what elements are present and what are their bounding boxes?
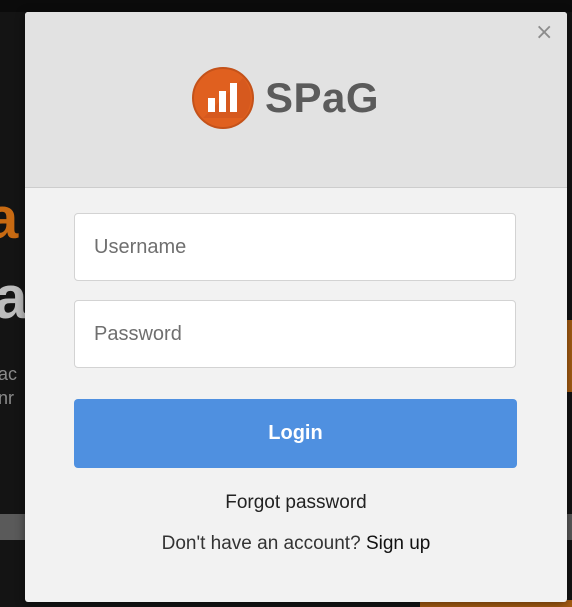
username-input[interactable] <box>74 213 516 281</box>
backdrop-orange-box <box>567 320 572 392</box>
backdrop-heading-text: a <box>0 264 28 331</box>
close-button[interactable]: × <box>535 22 553 44</box>
backdrop-orange-text: a <box>0 186 19 251</box>
backdrop-small-text: ac nr <box>0 364 18 408</box>
backdrop-top-band <box>0 0 572 12</box>
password-input[interactable] <box>74 300 516 368</box>
login-button[interactable]: Login <box>74 399 517 468</box>
bar-chart-logo-icon <box>192 67 254 129</box>
signup-link[interactable]: Sign up <box>366 533 430 554</box>
signup-line: Don't have an account? Sign up <box>25 533 567 555</box>
brand-logo: SPaG <box>191 64 379 132</box>
forgot-password-link[interactable]: Forgot password <box>25 492 567 514</box>
signup-prompt: Don't have an account? <box>161 533 361 554</box>
login-modal: × SPaG Login Forgot password Don't have … <box>25 12 567 602</box>
backdrop-bar-left <box>0 514 25 540</box>
modal-header: × SPaG <box>25 12 567 188</box>
backdrop-bar-right <box>567 514 572 540</box>
logo-text: SPaG <box>265 74 380 121</box>
